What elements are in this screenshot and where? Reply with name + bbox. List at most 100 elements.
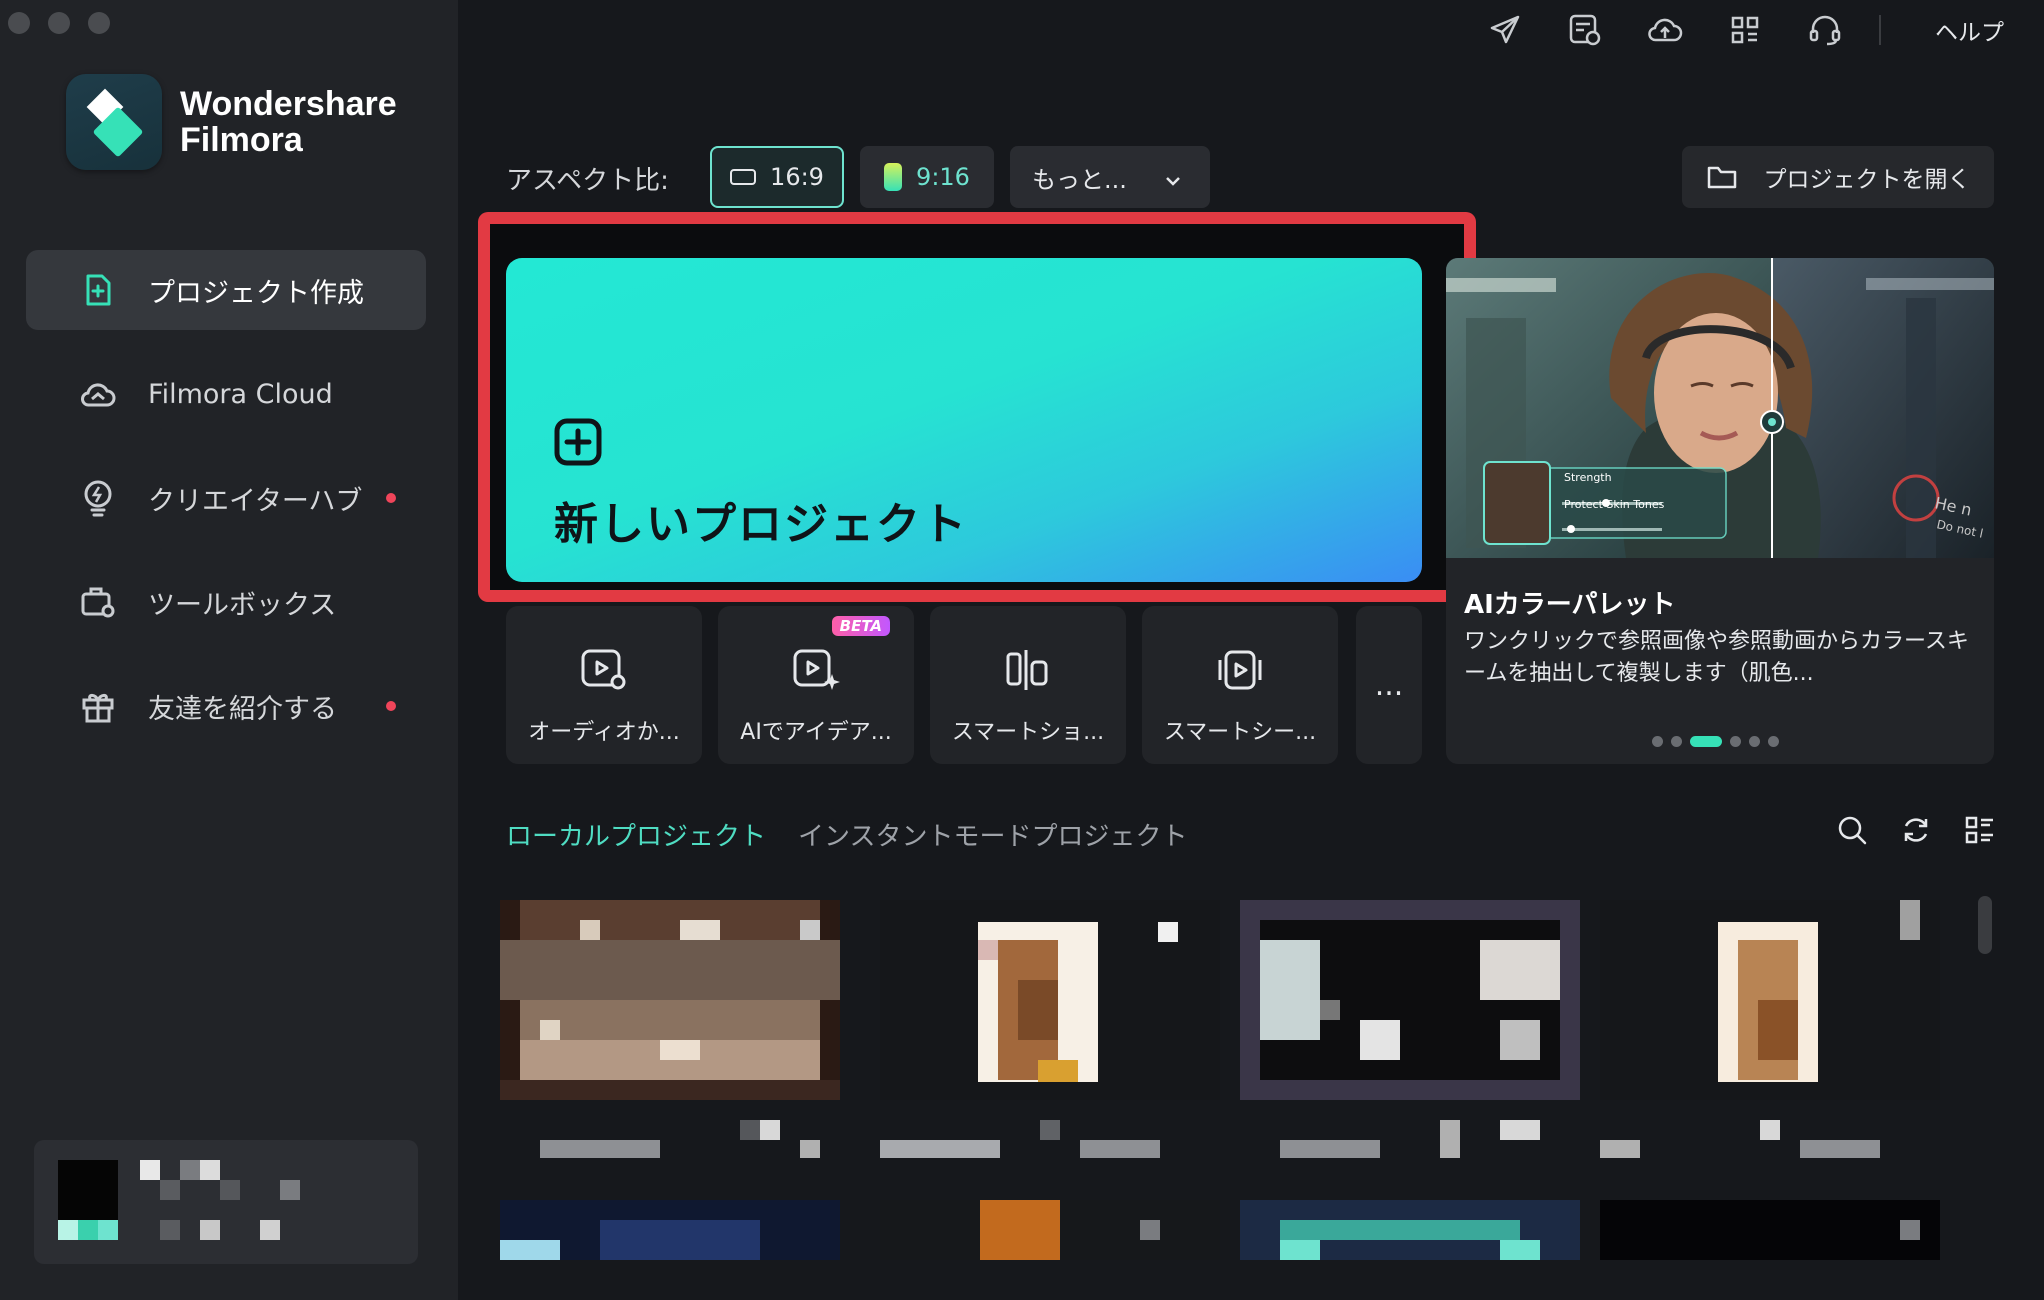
scrollbar-thumb[interactable] bbox=[1978, 896, 1992, 954]
smart-short-icon bbox=[1002, 644, 1054, 696]
project-caption bbox=[1600, 1104, 1940, 1164]
aspect-option-label: もっと... bbox=[1032, 165, 1127, 194]
tool-label: AIでアイデア... bbox=[740, 720, 892, 745]
beta-badge: BETA bbox=[831, 616, 890, 636]
gift-icon bbox=[78, 686, 118, 726]
project-caption bbox=[500, 1104, 840, 1164]
cloud-upload-icon[interactable] bbox=[1645, 10, 1685, 50]
project-thumbnail[interactable] bbox=[500, 900, 840, 1100]
sidebar-item-create-project[interactable]: プロジェクト作成 bbox=[26, 250, 426, 330]
sidebar-nav: プロジェクト作成 Filmora Cloud クリエイターハブ ツールボックス bbox=[26, 250, 426, 770]
tool-label: スマートシー... bbox=[1163, 720, 1317, 745]
sidebar-item-creator-hub[interactable]: クリエイターハブ bbox=[26, 458, 426, 538]
zoom-window-button[interactable] bbox=[88, 12, 110, 34]
sidebar-item-label: 友達を紹介する bbox=[148, 693, 337, 725]
tab-instant-mode-projects[interactable]: インスタントモードプロジェクト bbox=[798, 816, 1187, 853]
project-thumbnail[interactable] bbox=[1600, 900, 1940, 1100]
feature-promo-card[interactable]: He n Do not l Strength Protect Skin Tone… bbox=[1446, 258, 1994, 764]
project-thumbnail[interactable] bbox=[880, 1200, 1220, 1260]
more-tools-button[interactable]: ... bbox=[1356, 606, 1422, 764]
brand-line-2: Filmora bbox=[180, 121, 303, 159]
carousel-dot-active[interactable] bbox=[1690, 736, 1722, 747]
carousel-dot[interactable] bbox=[1749, 736, 1760, 747]
folder-icon bbox=[1706, 164, 1738, 190]
sidebar-item-label: Filmora Cloud bbox=[148, 378, 333, 410]
toolbox-icon bbox=[78, 582, 118, 622]
promo-title: AIカラーパレット bbox=[1464, 590, 1676, 620]
open-project-label: プロジェクトを開く bbox=[1763, 167, 1971, 193]
promo-description: ワンクリックで参照画像や参照動画からカラースキームを抽出して複製します（肌色..… bbox=[1464, 629, 1969, 686]
project-thumbnail[interactable] bbox=[500, 1200, 840, 1260]
smart-scene-icon bbox=[1214, 644, 1266, 696]
carousel-dot[interactable] bbox=[1730, 736, 1741, 747]
refresh-icon[interactable] bbox=[1898, 812, 1934, 848]
notification-dot bbox=[386, 493, 396, 503]
filmora-logo bbox=[66, 74, 162, 170]
aspect-option-label: 9:16 bbox=[916, 163, 970, 191]
brand-line-1: Wondershare bbox=[180, 85, 397, 123]
tab-local-projects[interactable]: ローカルプロジェクト bbox=[506, 816, 766, 853]
search-icon[interactable] bbox=[1834, 812, 1870, 848]
tool-smart-short[interactable]: スマートショ... bbox=[930, 606, 1126, 764]
help-menu[interactable]: ヘルプ bbox=[1935, 13, 2004, 47]
portrait-icon bbox=[884, 163, 903, 191]
headset-icon[interactable] bbox=[1805, 10, 1845, 50]
ai-idea-icon bbox=[790, 644, 842, 696]
project-thumbnail[interactable] bbox=[1240, 1200, 1580, 1260]
carousel-dot[interactable] bbox=[1768, 736, 1779, 747]
open-project-button[interactable]: プロジェクトを開く bbox=[1682, 146, 1994, 208]
notification-dot bbox=[386, 701, 396, 711]
schedule-icon[interactable] bbox=[1565, 10, 1605, 50]
lightbulb-icon bbox=[78, 478, 118, 518]
sidebar-item-refer-friend[interactable]: 友達を紹介する bbox=[26, 666, 426, 746]
carousel-dot[interactable] bbox=[1652, 736, 1663, 747]
apps-grid-icon[interactable] bbox=[1725, 10, 1765, 50]
sidebar-item-label: ツールボックス bbox=[148, 589, 337, 621]
new-project-icon bbox=[78, 270, 118, 310]
close-window-button[interactable] bbox=[8, 12, 30, 34]
cloud-icon bbox=[78, 374, 118, 414]
sidebar-item-label: プロジェクト作成 bbox=[148, 277, 364, 309]
toolbar-divider bbox=[1879, 15, 1881, 45]
user-account-panel[interactable] bbox=[34, 1140, 418, 1264]
sidebar: Wondershare Filmora プロジェクト作成 Filmora Clo… bbox=[0, 0, 458, 1300]
project-thumbnail[interactable] bbox=[1240, 900, 1580, 1100]
chevron-down-icon bbox=[1164, 166, 1182, 194]
avatar bbox=[58, 1160, 118, 1220]
aspect-more-dropdown[interactable]: もっと... bbox=[1010, 146, 1210, 208]
send-icon[interactable] bbox=[1485, 10, 1525, 50]
aspect-16-9-button[interactable]: 16:9 bbox=[710, 146, 844, 208]
carousel-dot[interactable] bbox=[1671, 736, 1682, 747]
overlay-protect-label: Protect Skin Tones bbox=[1564, 498, 1665, 511]
project-list-tools bbox=[1834, 812, 1998, 848]
project-thumbnail[interactable] bbox=[880, 900, 1220, 1100]
brand-name: Wondershare Filmora bbox=[180, 86, 397, 158]
aspect-option-label: 16:9 bbox=[770, 163, 824, 191]
window-controls bbox=[8, 12, 110, 34]
minimize-window-button[interactable] bbox=[48, 12, 70, 34]
tool-audio-to-video[interactable]: オーディオか... bbox=[506, 606, 702, 764]
aspect-ratio-label: アスペクト比: bbox=[506, 166, 669, 196]
add-icon bbox=[554, 418, 602, 470]
new-project-button[interactable]: 新しいプロジェクト bbox=[506, 258, 1422, 582]
tool-smart-scene[interactable]: スマートシー... bbox=[1142, 606, 1338, 764]
list-view-icon[interactable] bbox=[1962, 812, 1998, 848]
tool-ai-idea[interactable]: BETA AIでアイデア... bbox=[718, 606, 914, 764]
project-thumbnail[interactable] bbox=[1600, 1200, 1940, 1260]
tool-label: スマートショ... bbox=[951, 720, 1105, 745]
carousel-dots[interactable] bbox=[1652, 736, 1779, 747]
sidebar-item-label: クリエイターハブ bbox=[148, 485, 363, 517]
tool-label: オーディオか... bbox=[528, 720, 680, 745]
overlay-strength-label: Strength bbox=[1564, 471, 1612, 484]
sidebar-item-filmora-cloud[interactable]: Filmora Cloud bbox=[26, 354, 426, 434]
brand: Wondershare Filmora bbox=[66, 74, 397, 170]
new-project-label: 新しいプロジェクト bbox=[554, 499, 968, 550]
landscape-icon bbox=[730, 169, 757, 185]
promo-image: He n Do not l Strength Protect Skin Tone… bbox=[1446, 258, 1994, 558]
aspect-9-16-button[interactable]: 9:16 bbox=[860, 146, 994, 208]
top-toolbar: ヘルプ bbox=[1445, 10, 2004, 50]
project-caption bbox=[860, 1104, 1200, 1164]
audio-video-icon bbox=[578, 644, 630, 696]
project-caption bbox=[1240, 1104, 1580, 1164]
sidebar-item-toolbox[interactable]: ツールボックス bbox=[26, 562, 426, 642]
